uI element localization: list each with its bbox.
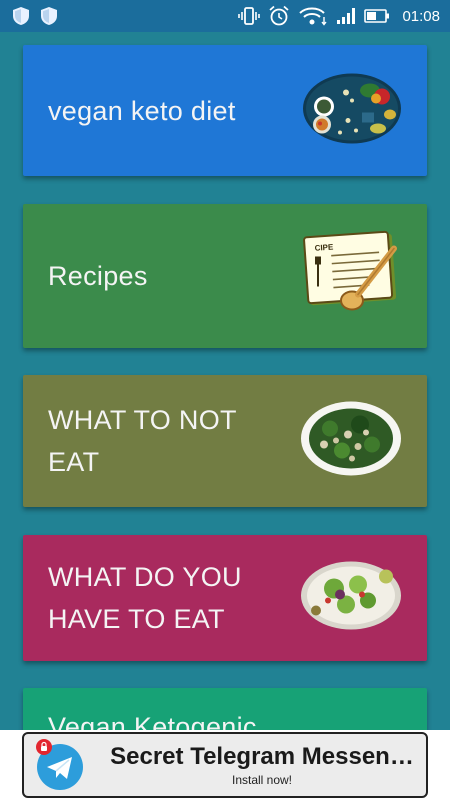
vibrate-icon <box>238 6 261 26</box>
card-what-to-not-eat[interactable]: WHAT TO NOT EAT <box>23 375 427 507</box>
wifi-icon <box>298 6 328 26</box>
card-what-do-you-have-to-eat[interactable]: WHAT DO YOU HAVE TO EAT <box>23 535 427 661</box>
card-title: Vegan Ketogenic <box>48 712 257 730</box>
vegetables-plate-image <box>302 72 402 149</box>
kale-salad-image <box>300 401 402 482</box>
status-time: 01:08 <box>402 7 440 25</box>
card-vegan-keto-diet[interactable]: vegan keto diet <box>23 45 427 176</box>
ad-text: Secret Telegram Messen… Install now! <box>98 743 426 787</box>
card-recipes[interactable]: Recipes CIPE <box>23 204 427 348</box>
alarm-icon <box>268 5 290 27</box>
status-bar: 01:08 <box>0 0 450 32</box>
card-title: WHAT DO YOU HAVE TO EAT <box>48 562 242 634</box>
shield-icon <box>12 6 30 26</box>
svg-text:CIPE: CIPE <box>314 242 334 252</box>
main-card-list: vegan keto diet Recipes CIPE WHAT TO NOT… <box>0 32 450 730</box>
recipe-card-image: CIPE <box>302 229 402 324</box>
green-salad-image <box>300 561 402 636</box>
card-title: Recipes <box>48 261 148 291</box>
ad-install-link[interactable]: Install now! <box>98 773 426 787</box>
signal-icon <box>336 7 356 25</box>
ad-title: Secret Telegram Messen… <box>110 743 414 770</box>
card-title: WHAT TO NOT EAT <box>48 405 237 477</box>
ad-banner[interactable]: Secret Telegram Messen… Install now! <box>0 730 450 800</box>
status-left-icons <box>12 6 58 26</box>
ad-content[interactable]: Secret Telegram Messen… Install now! <box>22 732 428 798</box>
status-right-icons: 01:08 <box>238 5 440 27</box>
card-vegan-ketogenic[interactable]: Vegan Ketogenic <box>23 688 427 730</box>
card-title: vegan keto diet <box>48 95 236 126</box>
shield-icon <box>40 6 58 26</box>
telegram-icon <box>32 737 88 793</box>
battery-icon <box>364 8 390 24</box>
